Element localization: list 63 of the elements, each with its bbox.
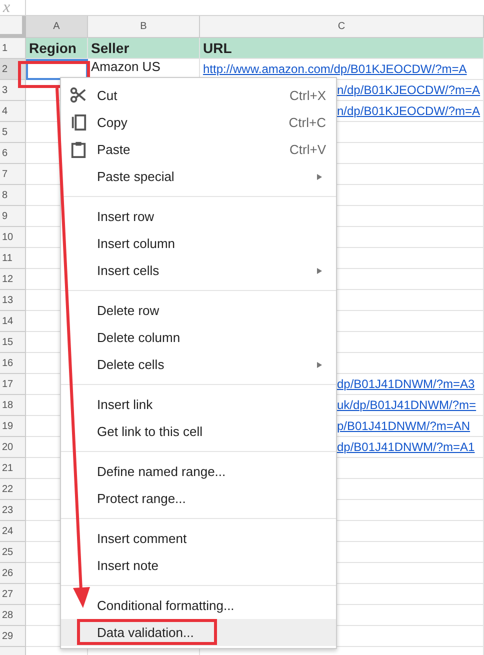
column-header[interactable]: C [200,16,484,38]
menu-item[interactable]: Insert column [61,230,336,257]
row-header[interactable]: 13 [0,290,26,311]
menu-item[interactable]: Insert note [61,552,336,579]
row-header[interactable]: 8 [0,185,26,206]
link[interactable]: http://www.amazon.com/dp/B01KJEOCDW/?m=A [203,62,467,76]
row-header[interactable]: 28 [0,605,26,626]
select-all-corner[interactable] [0,16,26,38]
clipboard-icon [70,141,87,158]
menu-item[interactable]: Protect range... [61,485,336,512]
table-cell[interactable]: Region [26,38,88,59]
row-header[interactable]: 5 [0,122,26,143]
menu-item[interactable]: Paste special [61,163,336,190]
row-header[interactable]: 21 [0,458,26,479]
submenu-arrow-icon [317,174,322,180]
row-header[interactable]: 1 [0,38,26,59]
submenu-arrow-icon [317,362,322,368]
copy-icon [70,114,87,131]
menu-item[interactable]: Insert row [61,203,336,230]
row-header[interactable]: 7 [0,164,26,185]
menu-item[interactable]: Insert cells [61,257,336,284]
column-header[interactable]: B [88,16,200,38]
row-header[interactable]: 6 [0,143,26,164]
row-header[interactable]: 9 [0,206,26,227]
row-header[interactable]: 20 [0,437,26,458]
link[interactable]: n/dp/B01KJEOCDW/?m=A [337,83,480,97]
menu-item[interactable]: Define named range... [61,458,336,485]
row-header[interactable]: 10 [0,227,26,248]
link[interactable]: p/B01J41DNWM/?m=AN [337,419,470,433]
row-header[interactable]: 14 [0,311,26,332]
row-header[interactable]: 12 [0,269,26,290]
menu-item[interactable]: Paste Ctrl+V [61,136,336,163]
row-header[interactable]: 27 [0,584,26,605]
scissors-icon [70,87,87,104]
formula-label: x [0,0,26,15]
row-header[interactable]: 15 [0,332,26,353]
link[interactable]: uk/dp/B01J41DNWM/?m= [337,398,476,412]
link[interactable]: dp/B01J41DNWM/?m=A3 [337,377,475,391]
submenu-arrow-icon [317,268,322,274]
menu-item[interactable]: Conditional formatting... [61,592,336,619]
link[interactable]: n/dp/B01KJEOCDW/?m=A [337,104,480,118]
active-cell[interactable] [26,59,88,80]
row-header[interactable]: 23 [0,500,26,521]
row-header[interactable]: 26 [0,563,26,584]
menu-item[interactable]: Data validation... [61,619,336,646]
row-header[interactable]: 17 [0,374,26,395]
table-cell[interactable]: URL [200,38,484,59]
row-header[interactable]: 16 [0,353,26,374]
row-header[interactable]: 18 [0,395,26,416]
row-header[interactable]: 25 [0,542,26,563]
row-header[interactable]: 29 [0,626,26,647]
menu-item[interactable]: Insert comment [61,525,336,552]
row-header[interactable]: 3 [0,80,26,101]
menu-item[interactable]: Delete column [61,324,336,351]
row-header[interactable]: 4 [0,101,26,122]
row-header[interactable]: 24 [0,521,26,542]
link[interactable]: dp/B01J41DNWM/?m=A1 [337,440,475,454]
row-header[interactable]: 22 [0,479,26,500]
column-header[interactable]: A [26,16,88,38]
table-cell[interactable]: Seller [88,38,200,59]
row-header[interactable]: 11 [0,248,26,269]
row-header[interactable]: 19 [0,416,26,437]
menu-item[interactable]: Delete row [61,297,336,324]
